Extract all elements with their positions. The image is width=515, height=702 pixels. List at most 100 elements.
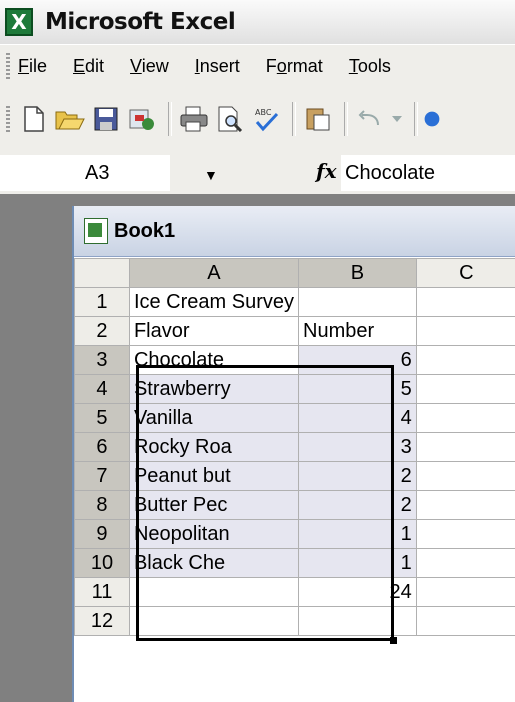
cell-b[interactable]: 5: [298, 374, 417, 404]
menu-format[interactable]: Format: [266, 56, 323, 77]
permission-icon[interactable]: [126, 103, 158, 135]
menu-file[interactable]: File: [18, 56, 47, 77]
column-header-b[interactable]: B: [298, 258, 417, 288]
cell-c[interactable]: [415, 432, 515, 462]
table-row: 6 Rocky Roa 3: [74, 432, 515, 462]
open-icon[interactable]: [54, 103, 86, 135]
cell-c[interactable]: [415, 374, 515, 404]
cell-a[interactable]: Neopolitan: [128, 519, 300, 549]
row-header[interactable]: 3: [74, 345, 130, 375]
table-row: 10 Black Che 1: [74, 548, 515, 578]
formula-input[interactable]: Chocolate: [341, 155, 515, 191]
workspace-background: [0, 194, 72, 702]
cell-b[interactable]: 1: [298, 519, 417, 549]
cell-b[interactable]: 2: [298, 461, 417, 491]
row-header[interactable]: 5: [74, 403, 130, 433]
row-header[interactable]: 9: [74, 519, 130, 549]
cell-c[interactable]: [415, 316, 515, 346]
chevron-down-icon[interactable]: ▼: [204, 167, 218, 183]
column-header-row: A B C: [74, 258, 515, 288]
spelling-icon[interactable]: ABC: [250, 103, 282, 135]
column-header-a[interactable]: A: [128, 258, 300, 288]
cell-c[interactable]: [415, 577, 515, 607]
row-header[interactable]: 1: [74, 287, 130, 317]
paste-icon[interactable]: [302, 103, 334, 135]
cell-c[interactable]: [415, 548, 515, 578]
fill-handle[interactable]: [390, 637, 397, 644]
workbook-icon[interactable]: [84, 218, 108, 244]
save-icon[interactable]: [90, 103, 122, 135]
column-header-c[interactable]: C: [415, 258, 515, 288]
cell-b[interactable]: 4: [298, 403, 417, 433]
menu-view[interactable]: View: [130, 56, 169, 77]
cell-c[interactable]: [415, 345, 515, 375]
help-icon[interactable]: [424, 103, 440, 135]
row-header[interactable]: 12: [74, 606, 130, 636]
cell-a[interactable]: Chocolate: [128, 345, 300, 375]
menu-grip-handle[interactable]: [6, 53, 10, 79]
row-header[interactable]: 10: [74, 548, 130, 578]
cell-b[interactable]: 2: [298, 490, 417, 520]
cell-a[interactable]: Vanilla: [128, 403, 300, 433]
excel-app-icon[interactable]: X: [5, 8, 33, 36]
cell-b[interactable]: 1: [298, 548, 417, 578]
print-icon[interactable]: [178, 103, 210, 135]
cell-a[interactable]: Black Che: [128, 548, 300, 578]
row-header[interactable]: 2: [74, 316, 130, 346]
workbook-window: Book1 A B C 1 Ice Cream Survey 2 Flavor Numb…: [72, 206, 515, 702]
menu-insert[interactable]: Insert: [195, 56, 240, 77]
toolbar-separator: [292, 102, 296, 136]
cell-c[interactable]: [415, 490, 515, 520]
svg-text:ABC: ABC: [255, 108, 272, 117]
cell-b[interactable]: [298, 606, 417, 636]
title-bar: X Microsoft Excel: [0, 0, 515, 44]
menu-edit[interactable]: Edit: [73, 56, 104, 77]
undo-dropdown-icon[interactable]: [390, 103, 404, 135]
menu-tools[interactable]: Tools: [349, 56, 391, 77]
cell-a[interactable]: Butter Pec: [128, 490, 300, 520]
standard-toolbar: ABC: [0, 86, 515, 152]
cell-b[interactable]: [298, 287, 417, 317]
formula-bar: A3 ▼ fx Chocolate: [0, 152, 515, 194]
cell-a[interactable]: Strawberry: [128, 374, 300, 404]
table-row: 9 Neopolitan 1: [74, 519, 515, 549]
insert-function-icon[interactable]: fx: [316, 159, 337, 183]
table-row: 4 Strawberry 5: [74, 374, 515, 404]
cell-a[interactable]: [128, 606, 300, 636]
cell-a[interactable]: Peanut but: [128, 461, 300, 491]
toolbar-grip-handle[interactable]: [6, 106, 10, 132]
table-row: 1 Ice Cream Survey: [74, 287, 515, 317]
table-row: 5 Vanilla 4: [74, 403, 515, 433]
select-all-corner[interactable]: [74, 258, 130, 288]
row-header[interactable]: 7: [74, 461, 130, 491]
row-header[interactable]: 8: [74, 490, 130, 520]
menu-bar: File Edit View Insert Format Tools: [0, 44, 515, 87]
cell-a[interactable]: Rocky Roa: [128, 432, 300, 462]
cell-b[interactable]: 24: [298, 577, 417, 607]
row-header[interactable]: 4: [74, 374, 130, 404]
print-preview-icon[interactable]: [214, 103, 246, 135]
row-header[interactable]: 11: [74, 577, 130, 607]
app-title: Microsoft Excel: [45, 9, 236, 35]
cell-c[interactable]: [415, 519, 515, 549]
name-box[interactable]: A3 ▼: [0, 155, 218, 191]
cell-b[interactable]: 3: [298, 432, 417, 462]
name-box-value: A3: [85, 161, 110, 184]
cell-c[interactable]: [415, 403, 515, 433]
row-header[interactable]: 6: [74, 432, 130, 462]
table-row: 7 Peanut but 2: [74, 461, 515, 491]
cell-a[interactable]: [128, 577, 300, 607]
cell-c[interactable]: [415, 287, 515, 317]
workbook-title-bar[interactable]: Book1: [74, 206, 515, 257]
table-row: 3 Chocolate 6: [74, 345, 515, 375]
cell-a[interactable]: Flavor: [128, 316, 300, 346]
undo-icon[interactable]: [354, 103, 386, 135]
cell-b[interactable]: Number: [298, 316, 417, 346]
cell-b[interactable]: 6: [298, 345, 417, 375]
toolbar-separator: [414, 102, 418, 136]
cell-c[interactable]: [415, 606, 515, 636]
table-row: 12: [74, 606, 515, 636]
cell-a[interactable]: Ice Cream Survey: [128, 287, 300, 317]
cell-c[interactable]: [415, 461, 515, 491]
new-icon[interactable]: [18, 103, 50, 135]
